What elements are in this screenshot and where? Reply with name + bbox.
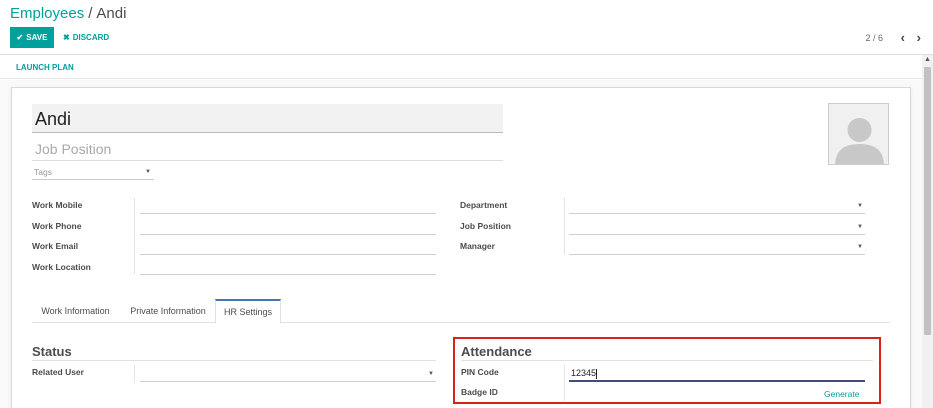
department-label: Department xyxy=(460,200,508,210)
section-divider xyxy=(461,360,873,361)
control-panel: Employees / Andi ✔ SAVE ✖ DISCARD 2 / 6 ‹ … xyxy=(0,0,933,55)
label-separator xyxy=(564,198,565,254)
badge-id-label: Badge ID xyxy=(461,387,498,397)
save-button[interactable]: ✔ SAVE xyxy=(10,27,54,48)
caret-down-icon: ▼ xyxy=(857,203,863,209)
tags-select[interactable]: Tags ▼ xyxy=(32,166,154,180)
breadcrumb-current: Andi xyxy=(96,5,127,22)
breadcrumb: Employees / Andi xyxy=(10,5,126,22)
badge-id-input[interactable] xyxy=(569,385,819,401)
scrollbar-thumb[interactable] xyxy=(924,67,931,335)
label-separator xyxy=(134,198,135,274)
caret-down-icon: ▼ xyxy=(857,224,863,230)
manager-select[interactable]: ▼ xyxy=(569,239,865,255)
label-separator xyxy=(134,365,135,383)
work-phone-label: Work Phone xyxy=(32,221,82,231)
work-mobile-label: Work Mobile xyxy=(32,200,83,210)
pin-code-input[interactable]: 12345 xyxy=(569,366,865,382)
discard-button-label: DISCARD xyxy=(72,33,110,42)
job-position-label: Job Position xyxy=(460,221,511,231)
status-section-title: Status xyxy=(32,344,72,359)
department-select[interactable]: ▼ xyxy=(569,198,865,214)
pin-code-label: PIN Code xyxy=(461,367,499,377)
job-position-select[interactable]: ▼ xyxy=(569,219,865,235)
scrollbar[interactable]: ▲ xyxy=(922,55,933,408)
employee-name-input[interactable]: Andi xyxy=(32,104,503,133)
tags-placeholder: Tags xyxy=(34,167,52,177)
chevron-left-icon[interactable]: ‹ xyxy=(901,30,905,45)
pager-value[interactable]: 2 / 6 xyxy=(865,33,883,43)
caret-down-icon: ▼ xyxy=(857,244,863,250)
work-location-label: Work Location xyxy=(32,262,91,272)
check-icon: ✔ xyxy=(16,33,24,42)
tab-private-information[interactable]: Private Information xyxy=(121,299,215,323)
label-separator xyxy=(564,365,565,401)
notebook-tabs: Work Information Private Information HR … xyxy=(32,299,890,324)
job-title-input[interactable]: Job Position xyxy=(32,139,503,161)
related-user-label: Related User xyxy=(32,367,84,377)
close-icon: ✖ xyxy=(63,33,70,42)
caret-down-icon: ▼ xyxy=(145,169,151,175)
avatar[interactable] xyxy=(828,103,889,165)
tab-work-information[interactable]: Work Information xyxy=(32,299,119,323)
related-user-select[interactable]: ▼ xyxy=(140,366,436,382)
work-email-label: Work Email xyxy=(32,241,79,251)
breadcrumb-employees-link[interactable]: Employees xyxy=(10,5,84,22)
generate-badge-button[interactable]: Generate xyxy=(824,389,859,399)
work-location-input[interactable] xyxy=(140,259,436,275)
section-divider xyxy=(32,360,436,361)
work-phone-input[interactable] xyxy=(140,219,436,235)
breadcrumb-separator: / xyxy=(88,5,93,22)
scroll-up-arrow-icon[interactable]: ▲ xyxy=(924,56,931,63)
tab-hr-settings[interactable]: HR Settings xyxy=(215,299,281,324)
caret-down-icon: ▼ xyxy=(428,371,434,377)
discard-button[interactable]: ✖ DISCARD xyxy=(60,27,112,48)
work-mobile-input[interactable] xyxy=(140,198,436,214)
work-email-input[interactable] xyxy=(140,239,436,255)
chevron-right-icon[interactable]: › xyxy=(917,30,921,45)
person-silhouette-icon xyxy=(829,104,888,164)
save-button-label: SAVE xyxy=(26,33,48,42)
attendance-section-title: Attendance xyxy=(461,344,532,359)
manager-label: Manager xyxy=(460,241,495,251)
statusbar: LAUNCH PLAN xyxy=(0,55,922,79)
launch-plan-button[interactable]: LAUNCH PLAN xyxy=(16,63,74,72)
